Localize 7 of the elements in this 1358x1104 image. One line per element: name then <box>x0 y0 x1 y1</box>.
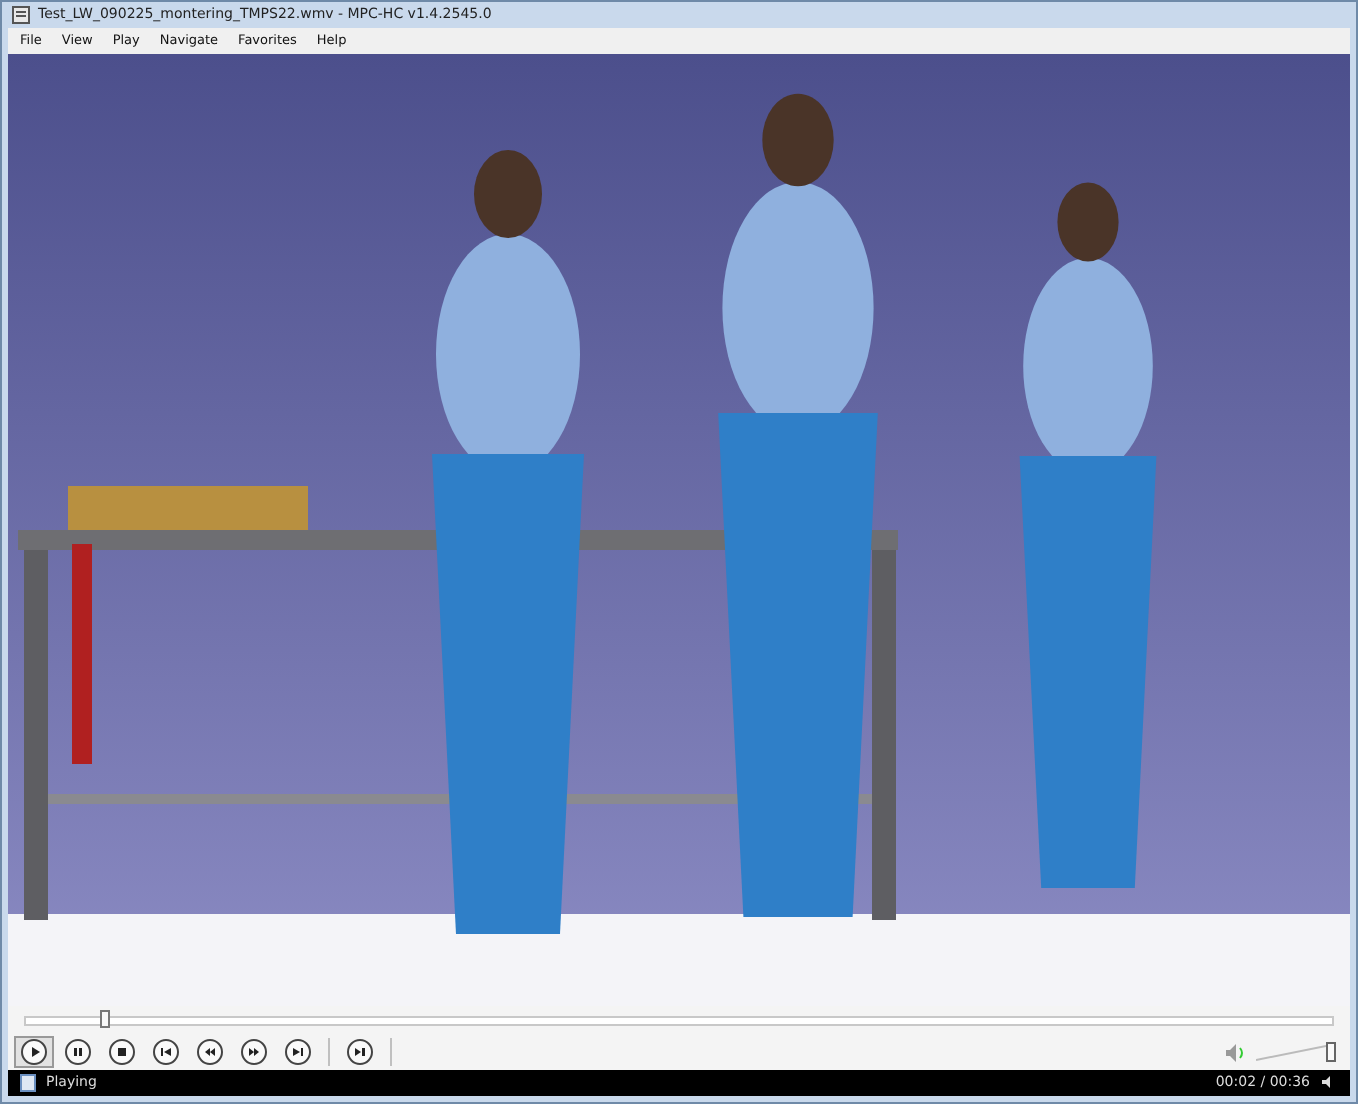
play-button[interactable] <box>14 1036 54 1069</box>
seek-thumb[interactable] <box>100 1009 111 1028</box>
file-icon <box>20 1073 36 1092</box>
volume-slider[interactable] <box>1256 1042 1336 1063</box>
volume-thumb[interactable] <box>1326 1042 1336 1063</box>
app-icon <box>12 5 30 24</box>
speaker-icon[interactable] <box>1224 1041 1248 1064</box>
